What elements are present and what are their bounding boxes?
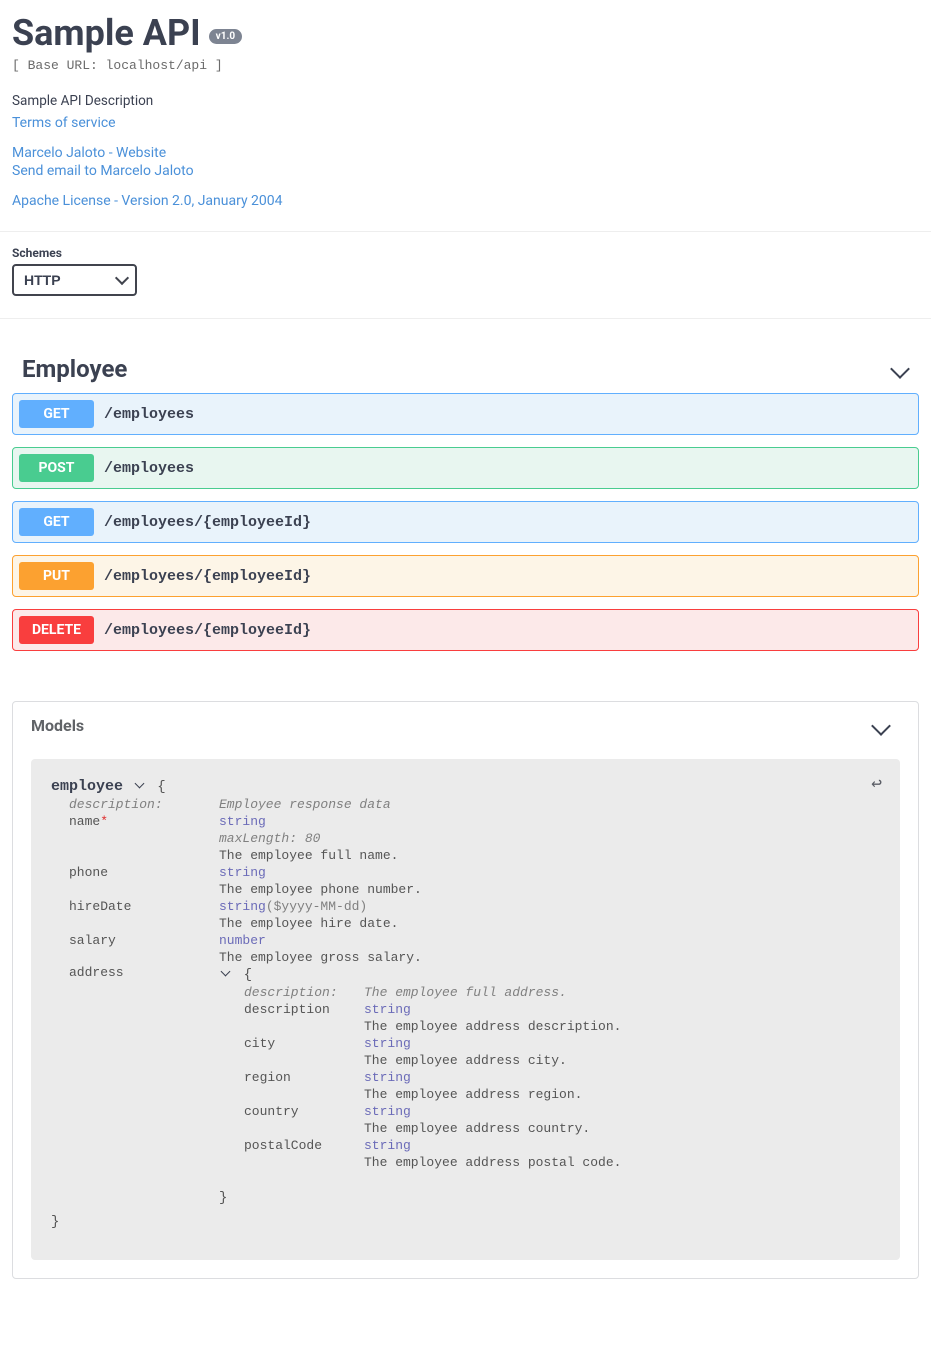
model-description-label: description: [69, 797, 219, 812]
addr-description-label: description [219, 1002, 364, 1017]
operation-path: /employees [104, 460, 194, 477]
terms-of-service-link[interactable]: Terms of service [12, 115, 919, 131]
addr-postalcode-type: string [364, 1138, 880, 1153]
tag-header-employee[interactable]: Employee [12, 349, 919, 393]
addr-postalcode-label: postalCode [219, 1138, 364, 1153]
brace-open: { [244, 967, 252, 983]
api-title: Sample API [12, 12, 201, 54]
addr-city-desc: The employee address city. [364, 1053, 880, 1068]
required-star: * [100, 814, 108, 829]
api-description: Sample API Description [12, 93, 919, 109]
addr-country-desc: The employee address country. [364, 1121, 880, 1136]
addr-region-type: string [364, 1070, 880, 1085]
contact-website-link[interactable]: Marcelo Jaloto - Website [12, 145, 919, 161]
operation-put-3[interactable]: PUT/employees/{employeeId} [12, 555, 919, 597]
brace-open: { [157, 779, 165, 795]
info-header: Sample API v1.0 [ Base URL: localhost/ap… [0, 0, 931, 231]
model-name[interactable]: employee [51, 778, 123, 795]
version-badge: v1.0 [209, 29, 242, 44]
operation-get-2[interactable]: GET/employees/{employeeId} [12, 501, 919, 543]
scheme-select[interactable]: HTTP [12, 264, 137, 296]
models-label: Models [31, 716, 84, 735]
addr-city-type: string [364, 1036, 880, 1051]
prop-address-label: address [69, 965, 219, 980]
addr-description-type: string [364, 1002, 880, 1017]
prop-name-type: string [219, 814, 880, 829]
addr-country-label: country [219, 1104, 364, 1119]
addr-description-desc: The employee address description. [364, 1019, 880, 1034]
chevron-down-icon [871, 716, 891, 736]
model-description-value: Employee response data [219, 797, 880, 812]
tag-section-employee: Employee GET/employeesPOST/employeesGET/… [0, 319, 931, 673]
prop-hiredate-label: hireDate [69, 899, 219, 914]
license-link[interactable]: Apache License - Version 2.0, January 20… [12, 193, 919, 209]
open-model-icon[interactable]: ↩ [871, 773, 882, 795]
addr-region-label: region [219, 1070, 364, 1085]
prop-name-constraint: maxLength: 80 [219, 831, 880, 846]
operation-delete-4[interactable]: DELETE/employees/{employeeId} [12, 609, 919, 651]
method-badge: DELETE [19, 616, 94, 644]
model-employee: ↩ employee { description: Employee respo… [31, 759, 900, 1260]
prop-hiredate-desc: The employee hire date. [219, 916, 880, 931]
prop-phone-label: phone [69, 865, 219, 880]
method-badge: POST [19, 454, 94, 482]
prop-phone-desc: The employee phone number. [219, 882, 880, 897]
chevron-down-icon [890, 359, 910, 379]
chevron-down-icon[interactable] [134, 779, 144, 789]
operation-get-0[interactable]: GET/employees [12, 393, 919, 435]
brace-close: } [219, 1190, 880, 1206]
base-url: [ Base URL: localhost/api ] [12, 58, 919, 73]
operation-post-1[interactable]: POST/employees [12, 447, 919, 489]
addr-country-type: string [364, 1104, 880, 1119]
prop-phone-type: string [219, 865, 880, 880]
operation-path: /employees/{employeeId} [104, 568, 311, 585]
prop-salary-label: salary [69, 933, 219, 948]
prop-hiredate-type: string($yyyy-MM-dd) [219, 899, 880, 914]
prop-salary-desc: The employee gross salary. [219, 950, 880, 965]
addr-postalcode-desc: The employee address postal code. [364, 1155, 880, 1170]
method-badge: GET [19, 508, 94, 536]
addr-city-label: city [219, 1036, 364, 1051]
method-badge: GET [19, 400, 94, 428]
prop-name-label: name* [69, 814, 219, 829]
scheme-select-wrap[interactable]: HTTP [12, 264, 137, 296]
prop-salary-type: number [219, 933, 880, 948]
schemes-bar: Schemes HTTP [0, 231, 931, 319]
operation-path: /employees/{employeeId} [104, 622, 311, 639]
operation-path: /employees [104, 406, 194, 423]
tag-name: Employee [22, 355, 127, 383]
operations-list: GET/employeesPOST/employeesGET/employees… [12, 393, 919, 651]
contact-email-link[interactable]: Send email to Marcelo Jaloto [12, 163, 919, 179]
operation-path: /employees/{employeeId} [104, 514, 311, 531]
chevron-down-icon[interactable] [221, 967, 231, 977]
models-section: Models ↩ employee { description: Employe… [12, 701, 919, 1279]
method-badge: PUT [19, 562, 94, 590]
schemes-label: Schemes [12, 246, 919, 260]
addr-region-desc: The employee address region. [364, 1087, 880, 1102]
address-description-value: The employee full address. [364, 985, 880, 1000]
prop-name-desc: The employee full name. [219, 848, 880, 863]
address-description-label: description: [219, 985, 364, 1000]
brace-close: } [51, 1214, 880, 1230]
models-header[interactable]: Models [13, 702, 918, 749]
